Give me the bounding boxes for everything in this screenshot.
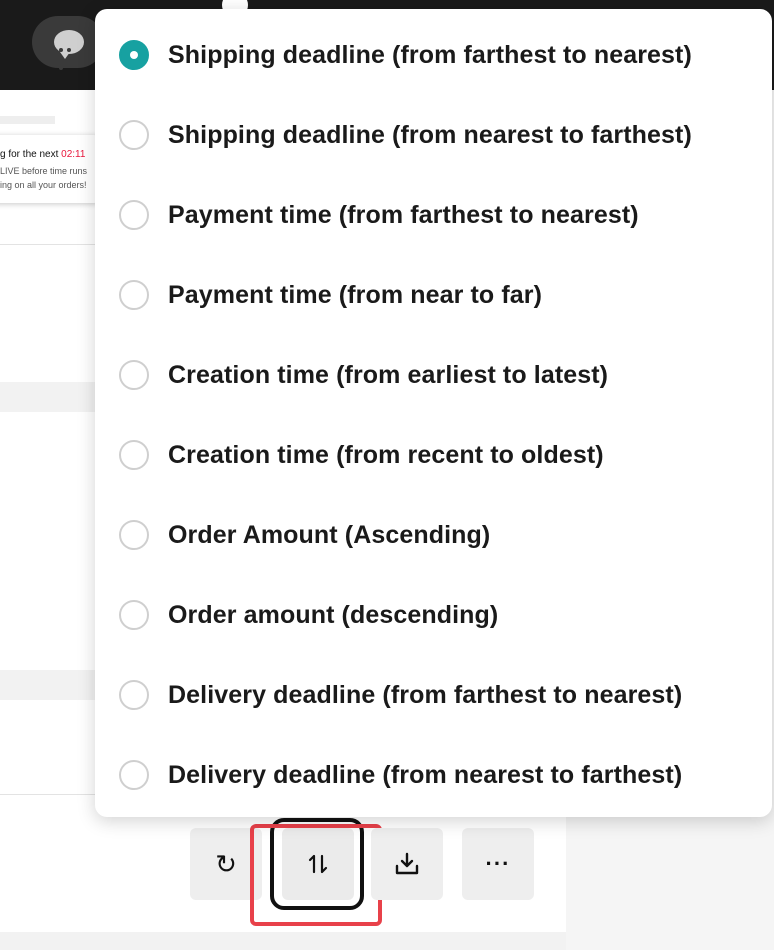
sort-option-label: Shipping deadline (from nearest to farth… <box>168 120 692 149</box>
radio-icon[interactable] <box>119 680 149 710</box>
radio-selected-icon[interactable] <box>119 40 149 70</box>
download-icon <box>395 852 419 875</box>
sort-option-label: Delivery deadline (from nearest to farth… <box>168 760 683 789</box>
radio-icon[interactable] <box>119 520 149 550</box>
chat-button[interactable] <box>32 16 104 70</box>
sort-option[interactable]: Creation time (from earliest to latest) <box>95 335 772 415</box>
more-icon: ··· <box>485 851 511 876</box>
banner-text-3: ing on all your orders! <box>0 180 87 190</box>
radio-icon[interactable] <box>119 360 149 390</box>
sort-option[interactable]: Order amount (descending) <box>95 575 772 655</box>
sort-option[interactable]: Creation time (from recent to oldest) <box>95 415 772 495</box>
sort-option-label: Creation time (from recent to oldest) <box>168 440 604 469</box>
refresh-icon: ↻ <box>215 848 237 879</box>
more-button[interactable]: ··· <box>462 828 534 900</box>
radio-icon[interactable] <box>119 280 149 310</box>
sort-option[interactable]: Delivery deadline (from nearest to farth… <box>95 735 772 815</box>
promo-banner: g for the next 02:11 LIVE before time ru… <box>0 135 100 203</box>
placeholder-line <box>0 116 55 124</box>
sort-option-label: Creation time (from earliest to latest) <box>168 360 609 389</box>
sort-dropdown-menu: Shipping deadline (from farthest to near… <box>95 9 772 817</box>
sort-option-label: Delivery deadline (from farthest to near… <box>168 680 683 709</box>
footer-strip <box>0 932 566 950</box>
sort-option[interactable]: Shipping deadline (from nearest to farth… <box>95 95 772 175</box>
radio-icon[interactable] <box>119 200 149 230</box>
radio-icon[interactable] <box>119 760 149 790</box>
sort-option[interactable]: Payment time (from near to far) <box>95 255 772 335</box>
banner-text: g for the next <box>0 149 62 160</box>
radio-icon[interactable] <box>119 440 149 470</box>
sort-option-label: Shipping deadline (from farthest to near… <box>168 40 692 69</box>
sort-option-label: Order amount (descending) <box>168 600 499 629</box>
sort-option-label: Order Amount (Ascending) <box>168 520 491 549</box>
countdown-timer: 02:11 <box>61 149 86 160</box>
radio-icon[interactable] <box>119 120 149 150</box>
sort-option-label: Payment time (from near to far) <box>168 280 543 309</box>
sort-button-highlight <box>250 824 382 926</box>
sort-option[interactable]: Order Amount (Ascending) <box>95 495 772 575</box>
sort-option[interactable]: Delivery deadline (from farthest to near… <box>95 655 772 735</box>
download-button[interactable] <box>371 828 443 900</box>
banner-text-2: LIVE before time runs <box>0 166 88 176</box>
sort-option[interactable]: Shipping deadline (from farthest to near… <box>95 15 772 95</box>
sort-option-label: Payment time (from farthest to nearest) <box>168 200 639 229</box>
radio-icon[interactable] <box>119 600 149 630</box>
sort-option[interactable]: Payment time (from farthest to nearest) <box>95 175 772 255</box>
